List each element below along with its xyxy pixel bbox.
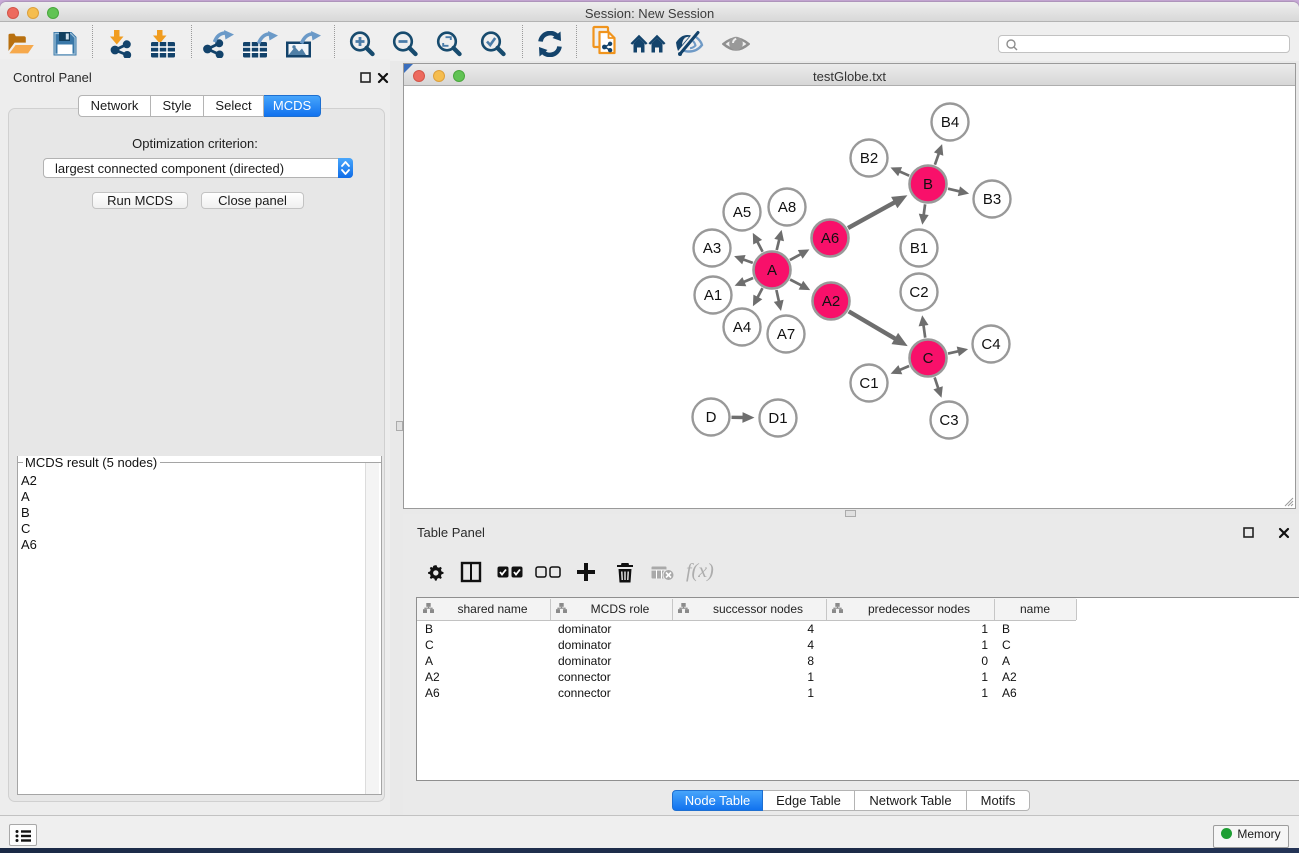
svg-text:A5: A5 bbox=[733, 204, 751, 221]
svg-text:C3: C3 bbox=[939, 412, 958, 429]
svg-text:D: D bbox=[706, 409, 717, 426]
svg-text:A8: A8 bbox=[778, 199, 796, 216]
svg-text:A1: A1 bbox=[704, 287, 722, 304]
svg-text:B: B bbox=[923, 176, 933, 193]
svg-text:A3: A3 bbox=[703, 240, 721, 257]
svg-text:A: A bbox=[767, 262, 777, 279]
svg-text:A7: A7 bbox=[777, 326, 795, 343]
svg-text:C: C bbox=[923, 350, 934, 367]
svg-text:B1: B1 bbox=[910, 240, 928, 257]
svg-text:B2: B2 bbox=[860, 150, 878, 167]
svg-text:A4: A4 bbox=[733, 319, 751, 336]
svg-text:C2: C2 bbox=[909, 284, 928, 301]
svg-text:A6: A6 bbox=[821, 230, 839, 247]
svg-text:B4: B4 bbox=[941, 114, 959, 131]
svg-text:C4: C4 bbox=[981, 336, 1000, 353]
svg-text:D1: D1 bbox=[768, 410, 787, 427]
svg-text:C1: C1 bbox=[859, 375, 878, 392]
svg-text:B3: B3 bbox=[983, 191, 1001, 208]
svg-text:A2: A2 bbox=[822, 293, 840, 310]
